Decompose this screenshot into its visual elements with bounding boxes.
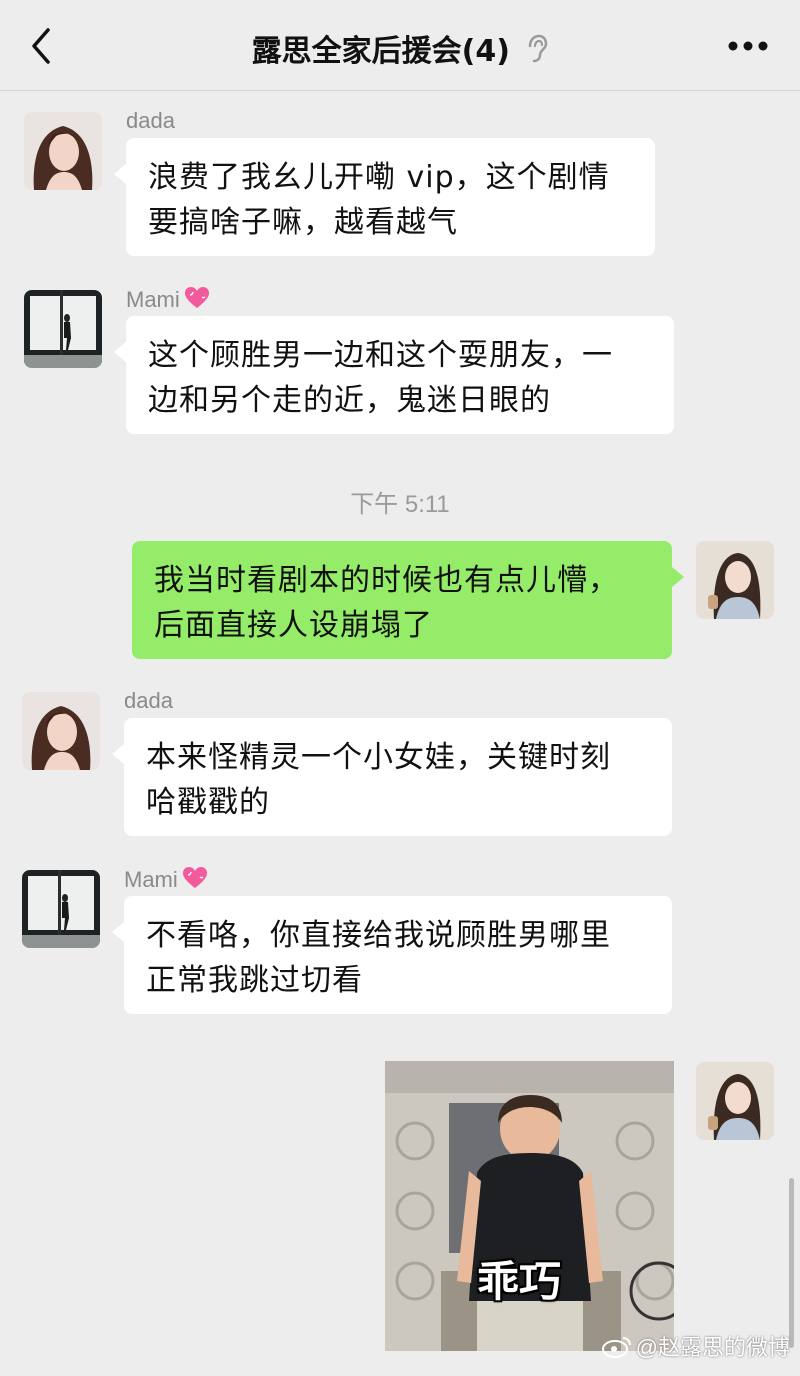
avatar-self[interactable] (696, 1062, 774, 1140)
chat-header: 露思全家后援会(4) (0, 0, 800, 91)
watermark-text: @赵露思的微博 (635, 1334, 790, 1360)
message-line: 浪费了我幺儿开嘞 vip，这个剧情 (148, 160, 610, 195)
message-bubble[interactable]: 这个顾胜男一边和这个耍朋友，一 边和另个走的近，鬼迷日眼的 (114, 316, 674, 434)
message-line: 不看咯，你直接给我说顾胜男哪里 (146, 918, 611, 953)
avatar-mami[interactable] (22, 870, 100, 948)
message-bubble[interactable]: 本来怪精灵一个小女娃，关键时刻 哈戳戳的 (112, 718, 672, 836)
message-line: 要搞啥子嘛，越看越气 (148, 205, 458, 240)
sticker-image[interactable]: 乖巧 (385, 1061, 674, 1351)
message-line: 正常我跳过切看 (146, 963, 363, 998)
message-line: 后面直接人设崩塌了 (154, 608, 433, 643)
message-line: 边和另个走的近，鬼迷日眼的 (148, 383, 551, 418)
chat-title: 露思全家后援会(4) (251, 34, 510, 69)
sender-name: Mami (124, 866, 208, 896)
message-line: 哈戳戳的 (146, 785, 270, 820)
sender-name: dada (124, 688, 173, 713)
message-bubble-own[interactable]: 我当时看剧本的时候也有点儿懵， 后面直接人设崩塌了 (132, 541, 684, 659)
scrollbar[interactable] (789, 1178, 794, 1348)
sender-name: dada (126, 108, 175, 133)
watermark: @赵露思的微博 (601, 1330, 790, 1364)
sender-name: Mami (126, 286, 210, 316)
avatar-self[interactable] (696, 541, 774, 619)
sticker-caption: 乖巧 (477, 1257, 562, 1306)
message-bubble[interactable]: 不看咯，你直接给我说顾胜男哪里 正常我跳过切看 (112, 896, 672, 1014)
message-line: 这个顾胜男一边和这个耍朋友，一 (148, 338, 613, 373)
avatar-dada[interactable] (22, 692, 100, 770)
message-line: 我当时看剧本的时候也有点儿懵， (154, 563, 619, 598)
chat-title-area: 露思全家后援会(4) (0, 26, 800, 72)
more-dots-icon (728, 41, 768, 51)
message-line: 本来怪精灵一个小女娃，关键时刻 (146, 740, 611, 775)
timestamp: 下午 5:11 (350, 491, 450, 518)
avatar-dada[interactable] (24, 112, 102, 190)
sender-name-text: Mami (126, 286, 180, 312)
weibo-icon (601, 1334, 632, 1364)
sender-name-text: Mami (124, 866, 178, 892)
heart-icon (184, 286, 210, 316)
ear-icon (526, 34, 548, 72)
heart-icon (182, 866, 208, 896)
avatar-mami[interactable] (24, 290, 102, 368)
message-bubble[interactable]: 浪费了我幺儿开嘞 vip，这个剧情 要搞啥子嘛，越看越气 (114, 138, 655, 256)
more-button[interactable] (726, 34, 770, 58)
